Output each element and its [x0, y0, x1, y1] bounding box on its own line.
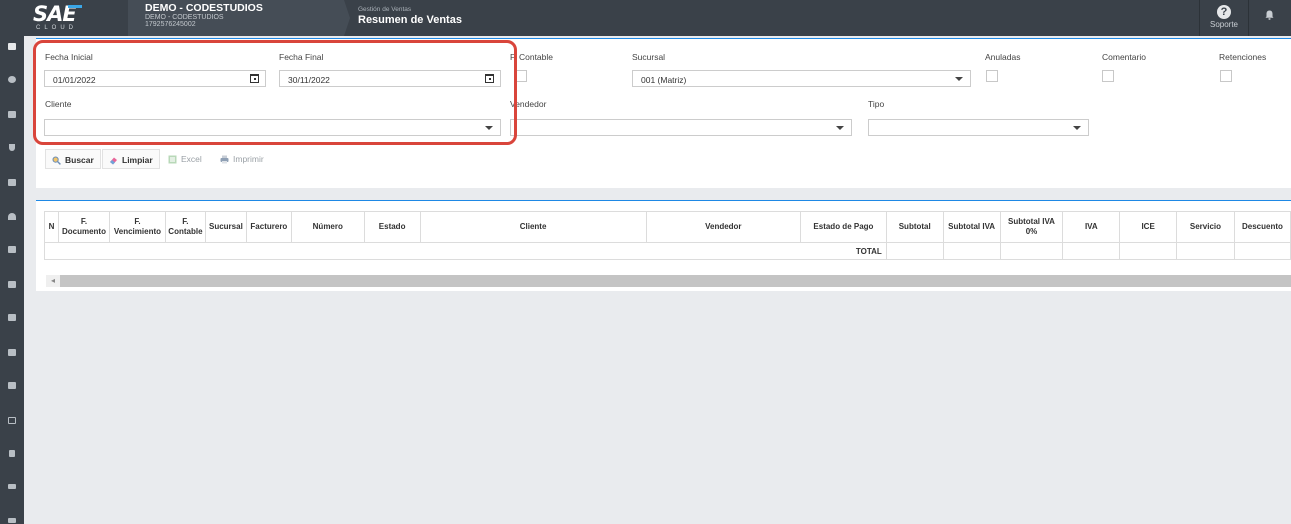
chevron-down-icon — [836, 126, 844, 130]
sidebar-list-icon[interactable] — [8, 111, 16, 118]
sidebar-shield-icon[interactable] — [9, 144, 15, 151]
support-button[interactable]: ? Soporte — [1199, 0, 1249, 36]
total-subtotal-iva-cell — [942, 242, 1001, 260]
company-selector[interactable]: DEMO - CODESTUDIOS DEMO - CODESTUDIOS 17… — [128, 0, 344, 36]
top-bar: SAE CLOUD DEMO - CODESTUDIOS DEMO - CODE… — [0, 0, 1291, 36]
total-subtotal-cell — [885, 242, 944, 260]
chevron-down-icon — [955, 77, 963, 81]
total-subtotal-iva-0-cell — [999, 242, 1064, 260]
col-cliente[interactable]: Cliente — [419, 211, 647, 243]
comentario-checkbox[interactable] — [1102, 70, 1114, 82]
col-sucursal[interactable]: Sucursal — [204, 211, 247, 243]
logo-subtext: CLOUD — [36, 25, 78, 31]
excel-icon — [168, 155, 177, 164]
col-subtotal-iva[interactable]: Subtotal IVA — [942, 211, 1001, 243]
sidebar-book-icon[interactable] — [8, 246, 16, 253]
sidebar-cart-icon[interactable] — [8, 179, 16, 186]
sidebar-menu-icon[interactable] — [8, 43, 16, 50]
col-f-contable[interactable]: F. Contable — [164, 211, 206, 243]
buscar-label: Buscar — [65, 155, 94, 165]
sidebar-briefcase-icon[interactable] — [8, 382, 16, 389]
sidebar-graduation2-icon[interactable] — [8, 518, 16, 523]
total-label: TOTAL — [44, 242, 887, 260]
excel-button[interactable]: Excel — [162, 149, 208, 169]
col-facturero[interactable]: Facturero — [245, 211, 292, 243]
printer-icon — [220, 155, 229, 164]
anuladas-checkbox[interactable] — [986, 70, 998, 82]
breadcrumb-module: Gestión de Ventas — [358, 6, 412, 13]
bell-icon[interactable] — [1265, 10, 1274, 20]
total-iva-cell — [1062, 242, 1121, 260]
buscar-button[interactable]: Buscar — [45, 149, 101, 169]
excel-label: Excel — [181, 154, 202, 164]
col-subtotal-iva-0[interactable]: Subtotal IVA 0% — [999, 211, 1064, 243]
horizontal-scrollbar[interactable]: ◂ — [46, 275, 1291, 287]
logo-arrow-icon — [68, 5, 82, 8]
col-iva[interactable]: IVA — [1062, 211, 1121, 243]
results-panel: N F. Documento F. Vencimiento F. Contabl… — [36, 200, 1291, 291]
sidebar-card-icon[interactable] — [8, 417, 16, 424]
col-vendedor[interactable]: Vendedor — [645, 211, 802, 243]
retenciones-label: Retenciones — [1219, 52, 1267, 62]
col-descuento[interactable]: Descuento — [1233, 211, 1291, 243]
sidebar-user-icon[interactable] — [8, 213, 16, 220]
company-ruc: 1792576245002 — [145, 21, 196, 28]
imprimir-label: Imprimir — [233, 154, 264, 164]
sucursal-select[interactable]: 001 (Matriz) — [632, 70, 971, 87]
total-row: TOTAL — [44, 242, 1291, 260]
col-estado[interactable]: Estado — [363, 211, 421, 243]
total-servicio-cell — [1176, 242, 1235, 260]
results-table: N F. Documento F. Vencimiento F. Contabl… — [44, 211, 1291, 260]
company-name: DEMO - CODESTUDIOS — [145, 2, 263, 14]
company-sub: DEMO - CODESTUDIOS — [145, 14, 224, 21]
annotation-highlight — [33, 40, 517, 145]
chevron-down-icon — [1073, 126, 1081, 130]
scroll-left-icon[interactable]: ◂ — [46, 275, 60, 287]
sidebar-table-icon[interactable] — [8, 314, 16, 321]
support-label: Soporte — [1209, 20, 1239, 29]
sidebar-pie-icon[interactable] — [8, 76, 16, 83]
anuladas-label: Anuladas — [985, 52, 1021, 62]
breadcrumb-separator — [344, 0, 350, 36]
total-ice-cell — [1119, 242, 1178, 260]
search-icon — [52, 156, 61, 165]
sucursal-value: 001 (Matriz) — [641, 75, 687, 85]
sidebar-graduation-icon[interactable] — [8, 484, 16, 489]
page-title: Resumen de Ventas — [358, 14, 462, 26]
col-estado-pago[interactable]: Estado de Pago — [800, 211, 887, 243]
sidebar-file-icon[interactable] — [9, 450, 15, 457]
comentario-label: Comentario — [1102, 52, 1146, 62]
help-icon: ? — [1217, 5, 1231, 19]
col-n[interactable]: N — [44, 211, 59, 243]
total-descuento-cell — [1233, 242, 1291, 260]
eraser-icon — [110, 157, 117, 165]
col-servicio[interactable]: Servicio — [1176, 211, 1235, 243]
col-f-documento[interactable]: F. Documento — [57, 211, 110, 243]
col-f-vencimiento[interactable]: F. Vencimiento — [108, 211, 166, 243]
limpiar-label: Limpiar — [122, 155, 153, 165]
tipo-label: Tipo — [868, 99, 885, 109]
sidebar-book2-icon[interactable] — [8, 281, 16, 288]
retenciones-checkbox[interactable] — [1220, 70, 1232, 82]
col-numero[interactable]: Número — [290, 211, 365, 243]
table-header-row: N F. Documento F. Vencimiento F. Contabl… — [44, 211, 1291, 243]
app-logo[interactable]: SAE CLOUD — [0, 0, 128, 36]
vendedor-select[interactable] — [510, 119, 852, 136]
imprimir-button[interactable]: Imprimir — [214, 149, 270, 169]
col-subtotal[interactable]: Subtotal — [885, 211, 944, 243]
breadcrumb: Gestión de Ventas Resumen de Ventas — [358, 6, 462, 26]
col-ice[interactable]: ICE — [1119, 211, 1178, 243]
sidebar-table2-icon[interactable] — [8, 349, 16, 356]
sidebar — [0, 36, 24, 524]
tipo-select[interactable] — [868, 119, 1089, 136]
sucursal-label: Sucursal — [632, 52, 666, 62]
limpiar-button[interactable]: Limpiar — [102, 149, 160, 169]
